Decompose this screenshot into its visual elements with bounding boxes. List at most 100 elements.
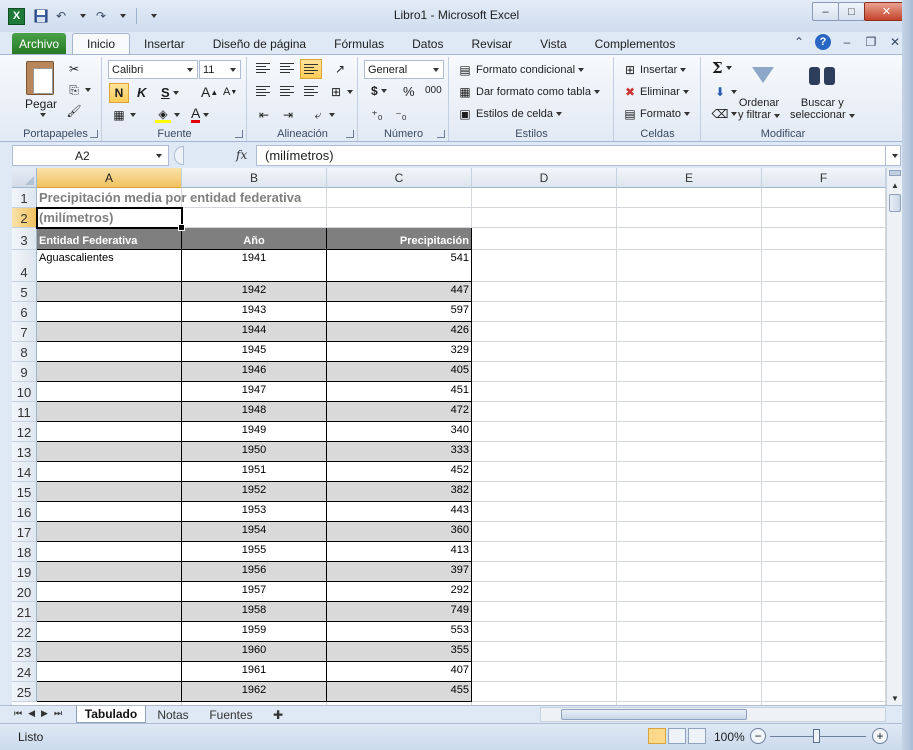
cell-entity[interactable] <box>37 502 182 522</box>
tab-archivo[interactable]: Archivo <box>12 33 66 54</box>
select-all-corner[interactable] <box>12 168 37 188</box>
help-icon[interactable]: ? <box>815 34 831 50</box>
cell-year[interactable]: 1947 <box>182 382 327 402</box>
excel-app-icon[interactable]: X <box>8 7 25 25</box>
format-as-table-button[interactable]: ▦ Dar formato como tabla <box>457 84 600 100</box>
fill-button[interactable]: ⬇ <box>712 84 737 100</box>
row-header-18[interactable]: 18 <box>12 542 37 562</box>
tab-formulas[interactable]: Fórmulas <box>320 33 398 54</box>
minimize-ribbon-icon[interactable]: ⌃ <box>791 35 807 49</box>
sheet-tab-notas[interactable]: Notas <box>150 706 196 723</box>
cell-entity[interactable] <box>37 282 182 302</box>
alignment-launcher-icon[interactable] <box>346 130 354 138</box>
wrap-text-button[interactable]: ⤶ <box>310 107 335 123</box>
formula-bar-splitter[interactable] <box>174 146 184 165</box>
cell-year[interactable]: 1943 <box>182 302 327 322</box>
number-format-select[interactable]: General <box>364 60 444 79</box>
cell-entity[interactable] <box>37 682 182 702</box>
cell-year[interactable]: 1962 <box>182 682 327 702</box>
minimize-button[interactable]: – <box>812 2 839 21</box>
cell-precipitation[interactable]: 541 <box>327 250 472 282</box>
cell-year[interactable]: 1959 <box>182 622 327 642</box>
row-header-2[interactable]: 2 <box>12 208 37 228</box>
percent-button[interactable]: % <box>403 84 415 99</box>
align-center-button[interactable] <box>280 85 294 97</box>
cell-precipitation[interactable]: 749 <box>327 602 472 622</box>
cell-year[interactable]: 1950 <box>182 442 327 462</box>
cell-entity[interactable] <box>37 622 182 642</box>
cell-precipitation[interactable]: 340 <box>327 422 472 442</box>
scroll-down-icon[interactable]: ▼ <box>887 691 903 705</box>
workbook-restore-icon[interactable]: ❐ <box>863 35 879 49</box>
cell-precipitation[interactable]: 405 <box>327 362 472 382</box>
cell-year[interactable]: 1944 <box>182 322 327 342</box>
cell-entity[interactable] <box>37 342 182 362</box>
insert-sheet-icon[interactable]: ✚ <box>266 706 290 723</box>
scroll-up-icon[interactable]: ▲ <box>887 178 903 192</box>
copy-icon[interactable]: ⎘ <box>66 82 91 98</box>
align-bottom-button[interactable] <box>300 59 322 79</box>
cell-precipitation[interactable]: 382 <box>327 482 472 502</box>
cell-year[interactable]: 1946 <box>182 362 327 382</box>
sort-filter-button[interactable]: Ordenar y filtrar <box>738 97 780 121</box>
undo-dropdown-icon[interactable] <box>73 7 89 25</box>
row-header-15[interactable]: 15 <box>12 482 37 502</box>
cell-precipitation[interactable]: 329 <box>327 342 472 362</box>
column-header-f[interactable]: F <box>762 168 886 188</box>
tab-revisar[interactable]: Revisar <box>457 33 526 54</box>
row-header-24[interactable]: 24 <box>12 662 37 682</box>
cell-precipitation[interactable]: 472 <box>327 402 472 422</box>
row-header-9[interactable]: 9 <box>12 362 37 382</box>
save-icon[interactable] <box>33 7 49 25</box>
cell-entity[interactable] <box>37 602 182 622</box>
cell-entity[interactable] <box>37 422 182 442</box>
tab-inicio[interactable]: Inicio <box>72 33 131 54</box>
cell-year[interactable]: 1961 <box>182 662 327 682</box>
clear-button[interactable]: ⌫ <box>712 106 737 122</box>
row-header-12[interactable]: 12 <box>12 422 37 442</box>
paste-dropdown[interactable] <box>37 113 46 117</box>
font-name-select[interactable]: Calibri <box>108 60 198 79</box>
align-left-button[interactable] <box>256 85 270 97</box>
cell-precipitation[interactable]: 360 <box>327 522 472 542</box>
align-right-button[interactable] <box>304 85 318 97</box>
cell-year[interactable]: 1945 <box>182 342 327 362</box>
table-header-cell[interactable]: Año <box>182 228 327 250</box>
row-header-3[interactable]: 3 <box>12 228 37 250</box>
zoom-in-icon[interactable]: + <box>872 728 888 744</box>
row-header-20[interactable]: 20 <box>12 582 37 602</box>
cell-year[interactable]: 1957 <box>182 582 327 602</box>
row-header-5[interactable]: 5 <box>12 282 37 302</box>
cell-precipitation[interactable]: 413 <box>327 542 472 562</box>
vertical-scroll-thumb[interactable] <box>889 194 901 212</box>
cell-precipitation[interactable]: 292 <box>327 582 472 602</box>
thousands-button[interactable]: 000 <box>425 85 442 96</box>
cell-precipitation[interactable]: 447 <box>327 282 472 302</box>
cell-year[interactable]: 1953 <box>182 502 327 522</box>
cell-entity[interactable] <box>37 442 182 462</box>
vertical-split-handle[interactable] <box>889 170 901 176</box>
cut-icon[interactable]: ✂ <box>66 61 82 77</box>
align-top-button[interactable] <box>256 62 270 74</box>
fill-color-button[interactable]: ◈ <box>155 107 180 123</box>
shrink-font-button[interactable]: A ▼ <box>223 86 237 98</box>
cell-entity[interactable] <box>37 402 182 422</box>
page-layout-view-icon[interactable] <box>668 728 686 744</box>
table-header-cell[interactable]: Precipitación <box>327 228 472 250</box>
cell-precipitation[interactable]: 407 <box>327 662 472 682</box>
worksheet-grid[interactable]: A B C D E F 1 2 3 4 5 6 7 8 9 10 11 12 13 14 15 16 17 18 19 20 21 2… <box>12 168 886 705</box>
cell-precipitation[interactable]: 455 <box>327 682 472 702</box>
row-header-7[interactable]: 7 <box>12 322 37 342</box>
tab-vista[interactable]: Vista <box>526 33 580 54</box>
column-header-e[interactable]: E <box>617 168 762 188</box>
normal-view-icon[interactable] <box>648 728 666 744</box>
cell-entity[interactable] <box>37 582 182 602</box>
cell-entity[interactable] <box>37 382 182 402</box>
cell-year[interactable]: 1948 <box>182 402 327 422</box>
cell-year[interactable]: 1949 <box>182 422 327 442</box>
column-header-a[interactable]: A <box>37 168 182 188</box>
cell-year[interactable]: 1942 <box>182 282 327 302</box>
cell-year[interactable]: 1956 <box>182 562 327 582</box>
customize-qat-icon[interactable] <box>144 7 160 25</box>
next-sheet-icon[interactable]: ▶ <box>41 708 48 719</box>
